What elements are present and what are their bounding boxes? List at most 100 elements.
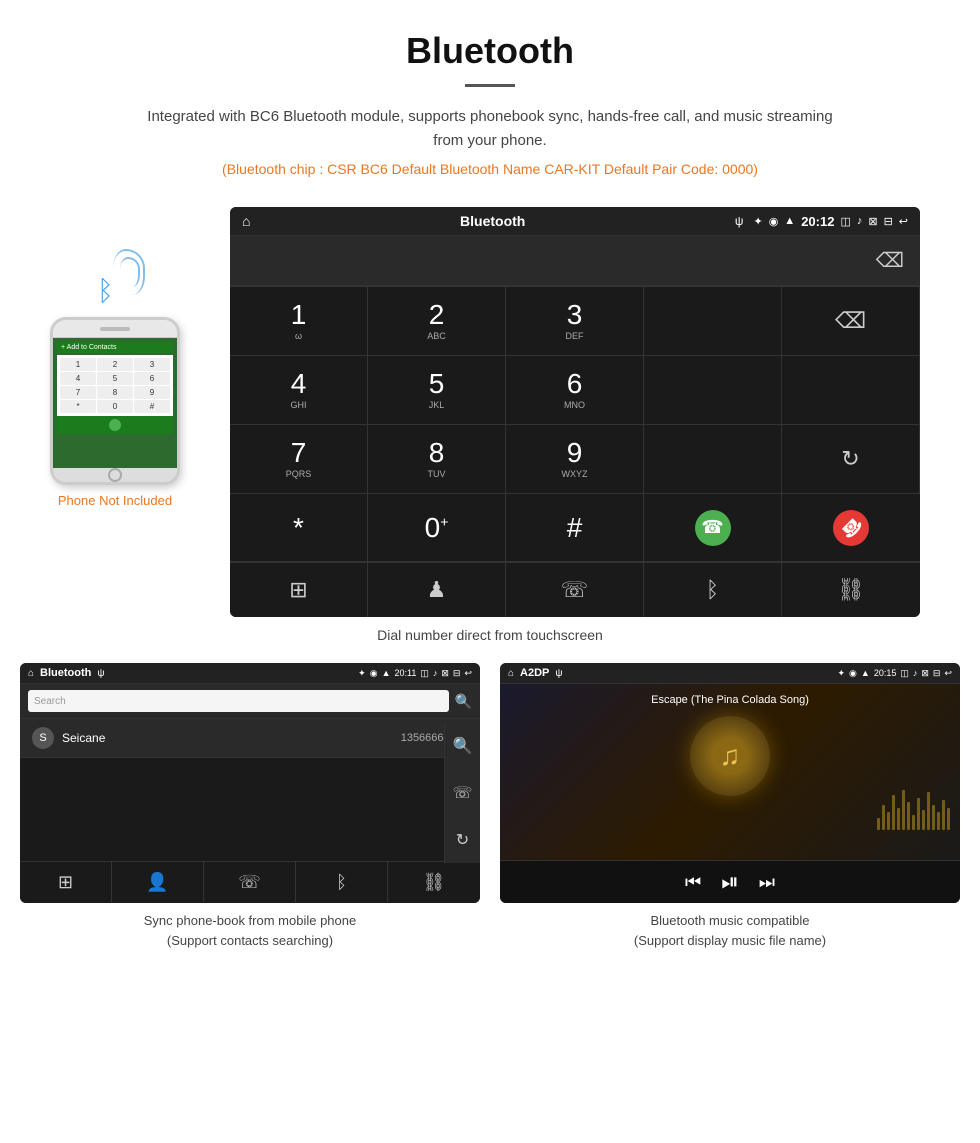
- signal-icon: ▲: [784, 215, 795, 227]
- mu-win-icon: ⊟: [933, 668, 941, 679]
- page-title: Bluetooth: [20, 30, 960, 72]
- toolbar-bluetooth[interactable]: ᛒ: [644, 563, 782, 617]
- eq-bar-12: [932, 805, 935, 830]
- search-icon-button[interactable]: 🔍: [455, 693, 472, 710]
- pb-tool-link[interactable]: ⛓: [388, 862, 480, 903]
- pb-tool-phone[interactable]: ☏: [204, 862, 296, 903]
- pb-tool-bt[interactable]: ᛒ: [296, 862, 388, 903]
- dial-key-8[interactable]: 8 TUV: [368, 425, 506, 494]
- pd-key-5[interactable]: 5: [97, 372, 133, 385]
- pd-key-1[interactable]: 1: [60, 358, 96, 371]
- dial-section: ᛒ + Add to Contacts 1 2 3 4 5 6: [0, 207, 980, 617]
- eq-bar-5: [897, 808, 900, 830]
- pb-right-search-icon[interactable]: 🔍: [453, 736, 473, 756]
- call-end-button[interactable]: ☎: [833, 510, 869, 546]
- search-placeholder: Search: [34, 696, 66, 707]
- pb-apps-icon: ⊞: [58, 872, 73, 893]
- pb-right-refresh-icon[interactable]: ↻: [456, 830, 469, 850]
- music-caption: Bluetooth music compatible (Support disp…: [500, 911, 960, 950]
- pb-home-icon[interactable]: ⌂: [28, 668, 34, 679]
- dial-empty-4: [644, 425, 782, 494]
- dial-key-star[interactable]: *: [230, 494, 368, 562]
- mu-cam-icon: ◫: [900, 668, 909, 679]
- play-pause-button[interactable]: ⏯: [721, 869, 739, 895]
- eq-bar-14: [942, 800, 945, 830]
- phone-end-icon: ☎: [836, 512, 867, 543]
- phonebook-screen: ⌂ Bluetooth ψ ✦ ◉ ▲ 20:11 ◫ ♪ ⊠ ⊟ ↩: [20, 663, 480, 903]
- contact-row[interactable]: S Seicane 13566664466: [20, 719, 480, 758]
- dial-key-hash[interactable]: #: [506, 494, 644, 562]
- dial-key-3[interactable]: 3 DEF: [506, 287, 644, 356]
- dial-key-4[interactable]: 4 GHI: [230, 356, 368, 425]
- skip-prev-button[interactable]: ⏮: [685, 872, 701, 893]
- toolbar-apps[interactable]: ⊞: [230, 563, 368, 617]
- dial-key-6[interactable]: 6 MNO: [506, 356, 644, 425]
- toolbar-phone[interactable]: ☏: [506, 563, 644, 617]
- location-icon: ◉: [769, 215, 779, 228]
- pd-key-4[interactable]: 4: [60, 372, 96, 385]
- bluetooth-icon: ✦: [753, 215, 762, 228]
- dial-grid: 1 ω 2 ABC 3 DEF ⌫ 4 GHI 5 JKL: [230, 286, 920, 562]
- pb-title: Bluetooth: [40, 667, 91, 679]
- camera-icon: ◫: [840, 215, 850, 228]
- pb-tool-person[interactable]: 👤: [112, 862, 204, 903]
- pd-key-0[interactable]: 0: [97, 400, 133, 413]
- pd-key-hash[interactable]: #: [134, 400, 170, 413]
- pb-link-icon: ⛓: [423, 872, 446, 893]
- back-icon[interactable]: ↩: [899, 215, 908, 228]
- pb-tool-apps[interactable]: ⊞: [20, 862, 112, 903]
- contact-initial: S: [32, 727, 54, 749]
- dial-call-red-cell[interactable]: ☎: [782, 494, 920, 562]
- eq-bar-10: [922, 810, 925, 830]
- pd-key-8[interactable]: 8: [97, 386, 133, 399]
- pd-key-7[interactable]: 7: [60, 386, 96, 399]
- pb-time: 20:11: [394, 668, 416, 678]
- mu-back-icon[interactable]: ↩: [944, 668, 952, 679]
- dial-key-7[interactable]: 7 PQRS: [230, 425, 368, 494]
- dial-call-green-cell[interactable]: ☎: [644, 494, 782, 562]
- dial-key-0[interactable]: 0+: [368, 494, 506, 562]
- contact-name: Seicane: [62, 731, 105, 745]
- phone-dialpad: 1 2 3 4 5 6 7 8 9 * 0 #: [57, 355, 173, 416]
- screen-title: Bluetooth: [260, 213, 724, 229]
- phonebook-search-area: Search 🔍: [20, 684, 480, 719]
- pd-key-2[interactable]: 2: [97, 358, 133, 371]
- dial-key-9[interactable]: 9 WXYZ: [506, 425, 644, 494]
- mu-time: 20:15: [874, 668, 897, 678]
- pb-status-right: ✦ ◉ ▲ 20:11 ◫ ♪ ⊠ ⊟ ↩: [358, 668, 472, 679]
- toolbar-link[interactable]: ⛓: [782, 563, 920, 617]
- pd-key-3[interactable]: 3: [134, 358, 170, 371]
- search-bar[interactable]: Search: [28, 690, 449, 712]
- phone-call-button[interactable]: [57, 416, 173, 434]
- dial-key-5[interactable]: 5 JKL: [368, 356, 506, 425]
- backspace-button[interactable]: ⌫: [876, 248, 904, 273]
- pb-back-icon[interactable]: ↩: [464, 668, 472, 679]
- pb-right-phone-icon[interactable]: ☏: [452, 783, 472, 803]
- bluetooth-symbol-icon: ᛒ: [97, 275, 114, 307]
- home-button[interactable]: [108, 468, 122, 482]
- toolbar-contacts[interactable]: ♟: [368, 563, 506, 617]
- pd-key-6[interactable]: 6: [134, 372, 170, 385]
- pb-bt-icon: ✦: [358, 668, 366, 679]
- mu-bt-icon: ✦: [837, 668, 845, 679]
- dial-display: ⌫: [230, 236, 920, 286]
- pb-off-icon: ⊠: [441, 668, 449, 679]
- pd-key-star[interactable]: *: [60, 400, 96, 413]
- phone-call-icon: ☎: [701, 517, 723, 538]
- eq-bar-2: [882, 805, 885, 830]
- eq-bar-13: [937, 812, 940, 830]
- skip-next-button[interactable]: ⏭: [759, 872, 775, 893]
- phonebook-flex: ⌂ Bluetooth ψ ✦ ◉ ▲ 20:11 ◫ ♪ ⊠ ⊟ ↩: [20, 663, 480, 903]
- pd-key-9[interactable]: 9: [134, 386, 170, 399]
- phonebook-status-bar: ⌂ Bluetooth ψ ✦ ◉ ▲ 20:11 ◫ ♪ ⊠ ⊟ ↩: [20, 663, 480, 684]
- call-green-button[interactable]: ☎: [695, 510, 731, 546]
- dial-key-2[interactable]: 2 ABC: [368, 287, 506, 356]
- refresh-icon: ↻: [841, 446, 859, 472]
- dial-backspace-cell[interactable]: ⌫: [782, 287, 920, 356]
- home-icon[interactable]: ⌂: [242, 213, 250, 229]
- dial-refresh-cell[interactable]: ↻: [782, 425, 920, 494]
- dial-key-1[interactable]: 1 ω: [230, 287, 368, 356]
- mu-home-icon[interactable]: ⌂: [508, 668, 514, 679]
- eq-bar-1: [877, 818, 880, 830]
- pb-phone-icon: ☏: [238, 872, 261, 893]
